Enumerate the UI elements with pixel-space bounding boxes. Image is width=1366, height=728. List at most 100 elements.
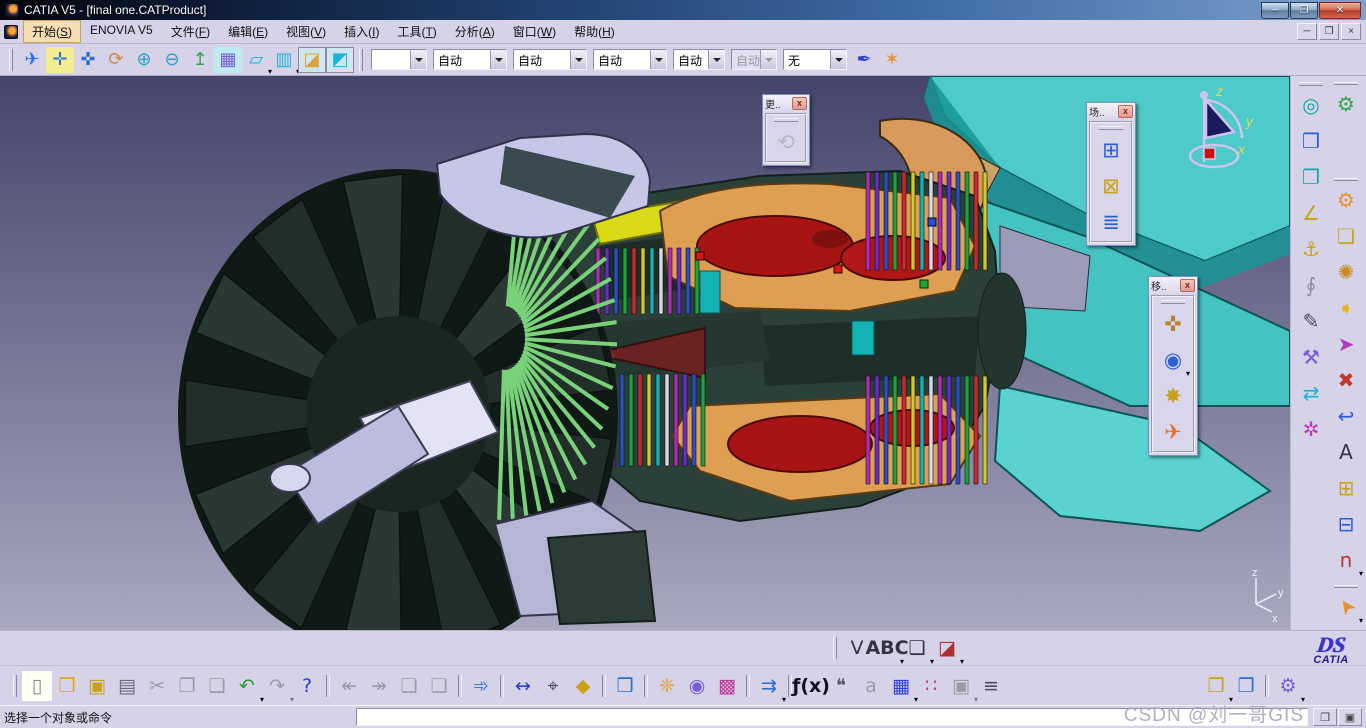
filter-combo[interactable]: 无 (783, 49, 847, 70)
dropdown-arrow-icon[interactable]: ▾ (782, 695, 786, 704)
line-type-combo[interactable]: 自动 (433, 49, 507, 70)
angle-constraint-icon[interactable]: ∠ (1296, 198, 1326, 228)
scene-toolbar-titlebar[interactable]: 场.. x (1087, 103, 1135, 119)
print-icon[interactable]: ▤ (112, 671, 142, 701)
normal-view-icon[interactable]: ↥ (186, 47, 214, 73)
contact-constraint-icon[interactable]: ❒ (1296, 126, 1326, 156)
view-parameters-icon[interactable]: ⇉ ▾ (754, 671, 786, 704)
menu-item-7[interactable]: 工具(T) (388, 20, 445, 43)
swap-visible-space-icon[interactable]: ◩ (326, 46, 354, 73)
undo-icon[interactable]: ↶ ▾ (232, 671, 264, 704)
menu-item-5[interactable]: 视图(V) (277, 20, 335, 43)
mdi-minimize-button[interactable]: ─ (1297, 23, 1317, 40)
dropdown-arrow-icon[interactable]: ▾ (960, 657, 964, 666)
chevron-down-icon[interactable] (760, 50, 776, 69)
move-toolbar-titlebar[interactable]: 移.. x (1149, 277, 1197, 293)
wizard-icon[interactable]: ✶ (878, 47, 906, 73)
dropdown-arrow-icon[interactable]: ▾ (1301, 695, 1305, 704)
toolbar-handle[interactable] (13, 675, 17, 697)
colored-cube-icon[interactable]: ▩ (712, 671, 742, 701)
toolbar-handle[interactable] (1299, 82, 1323, 86)
status-power-input-button[interactable]: ▣ (1338, 708, 1362, 726)
toolbar-handle[interactable] (359, 48, 363, 71)
titlebar[interactable]: CATIA V5 - [final one.CATProduct] ─ ❐ ✕ (0, 0, 1366, 20)
quick-constraint-icon[interactable]: ✎ (1296, 306, 1326, 336)
scene-toolbar[interactable]: 场.. x ⊞ ⊠ ≣ (1086, 102, 1136, 246)
3d-viewport[interactable]: z y x z y x 更.. x ⟲ 场.. x ⊞ ⊠ ≣ 移.. x ✜ … (0, 76, 1290, 630)
save-icon[interactable]: ▣ (82, 671, 112, 701)
hide-show-icon[interactable]: ◪ (298, 46, 326, 73)
toolbar-handle[interactable] (1334, 82, 1358, 85)
text-template-icon[interactable]: A (1331, 437, 1361, 467)
create-multi-view-icon[interactable]: ▦ (214, 46, 242, 73)
pan-icon[interactable]: ✜ (74, 47, 102, 73)
close-icon[interactable]: x (1180, 278, 1195, 292)
mdi-restore-button[interactable]: ❐ (1319, 23, 1339, 40)
reuse-pattern-icon[interactable]: ✲ (1296, 414, 1326, 444)
toolbar-handle[interactable] (1334, 178, 1358, 182)
graph-document-icon[interactable]: ➤ (1331, 329, 1361, 359)
formula-icon[interactable]: ƒ(x) (792, 671, 830, 701)
close-icon[interactable]: x (792, 96, 807, 110)
dropdown-arrow-icon[interactable]: ▾ (1359, 569, 1363, 578)
generate-catpart-icon[interactable]: ❏ (1331, 221, 1361, 251)
export-document-icon[interactable]: ➧ (1331, 293, 1361, 323)
whats-this-icon[interactable]: ? (292, 671, 322, 701)
menu-item-10[interactable]: 帮助(H) (565, 20, 624, 43)
fly-icon[interactable]: ✈ (1158, 417, 1188, 447)
rotate-icon[interactable]: ⟳ (102, 47, 130, 73)
fix-anchor-icon[interactable]: ⚓ (1296, 234, 1326, 264)
scene-list-icon[interactable]: ≣ (1096, 207, 1126, 237)
zoom-in-icon[interactable]: ⊕ (130, 47, 158, 73)
menu-item-6[interactable]: 插入(I) (335, 20, 388, 43)
publish-web-icon[interactable]: ➾ (466, 671, 496, 701)
list-report-icon[interactable]: ↩ (1331, 401, 1361, 431)
render-style-icon[interactable]: ▥▾ (270, 47, 300, 76)
design-table-icon[interactable]: ▦ ▾ (886, 671, 918, 704)
macros-settings-icon[interactable]: ⚙ ▾ (1273, 671, 1305, 704)
sectioning-icon[interactable]: ◪ ▾ (932, 633, 964, 666)
point-style-combo[interactable]: 自动 (593, 49, 667, 70)
fit-all-in-icon[interactable]: ✛ (46, 46, 74, 73)
fly-mode-icon[interactable]: ✈ (18, 47, 46, 73)
render-camera-icon[interactable]: ◉ (682, 671, 712, 701)
structure-tree-icon[interactable]: ⊞ (1331, 473, 1361, 503)
chevron-down-icon[interactable] (570, 50, 586, 69)
chevron-down-icon[interactable] (490, 50, 506, 69)
save-management-icon[interactable]: ⚙ (1331, 185, 1361, 215)
deactivate-node-icon[interactable]: ✖ (1331, 365, 1361, 395)
render-combo[interactable]: 自动 (673, 49, 725, 70)
open-icon[interactable]: ❒ (52, 671, 82, 701)
explode-icon[interactable]: ✸ (1158, 381, 1188, 411)
line-weight-combo[interactable]: 自动 (513, 49, 587, 70)
catalog-box-icon[interactable]: ❒ ▾ (1201, 671, 1233, 704)
menu-item-4[interactable]: 编辑(E) (219, 20, 277, 43)
status-knowledge-button[interactable]: ❐ (1313, 708, 1337, 726)
menu-item-9[interactable]: 窗口(W) (504, 20, 565, 43)
knowledge-structure-icon[interactable]: ∷ (916, 671, 946, 701)
fix-together-icon[interactable]: ∮ (1296, 270, 1326, 300)
catalog-browser-icon[interactable]: ❐ (1231, 671, 1261, 701)
isometric-view-icon[interactable]: ▱ ▾ (242, 47, 272, 76)
update-toolbar[interactable]: 更.. x ⟲ (762, 94, 810, 166)
toolbar-handle[interactable] (1099, 126, 1123, 130)
restore-button[interactable]: ❐ (1290, 1, 1318, 19)
offset-constraint-icon[interactable]: ❐ (1296, 162, 1326, 192)
toolbar-handle[interactable] (833, 637, 837, 659)
chevron-down-icon[interactable] (650, 50, 666, 69)
toolbar-handle[interactable] (1334, 585, 1358, 589)
text-with-leader-icon[interactable]: ABC ▾ (865, 633, 908, 666)
dropdown-arrow-icon[interactable]: ▾ (1186, 369, 1190, 378)
zoom-out-icon[interactable]: ⊖ (158, 47, 186, 73)
menu-item-8[interactable]: 分析(A) (446, 20, 504, 43)
menu-item-3[interactable]: 文件(F) (162, 20, 219, 43)
multi-instantiation-icon[interactable]: n ▾ (1331, 545, 1363, 578)
update-assembly-icon[interactable]: ⚙ (1331, 89, 1361, 119)
toolbar-handle[interactable] (9, 48, 13, 71)
line-color-combo[interactable] (371, 49, 427, 70)
render-effects-icon[interactable]: ❈ (652, 671, 682, 701)
chevron-down-icon[interactable] (708, 50, 724, 69)
chevron-down-icon[interactable] (830, 50, 846, 69)
measure-inertia-icon[interactable]: ◆ (568, 671, 598, 701)
structure-graph-icon[interactable]: ⊟ (1331, 509, 1361, 539)
